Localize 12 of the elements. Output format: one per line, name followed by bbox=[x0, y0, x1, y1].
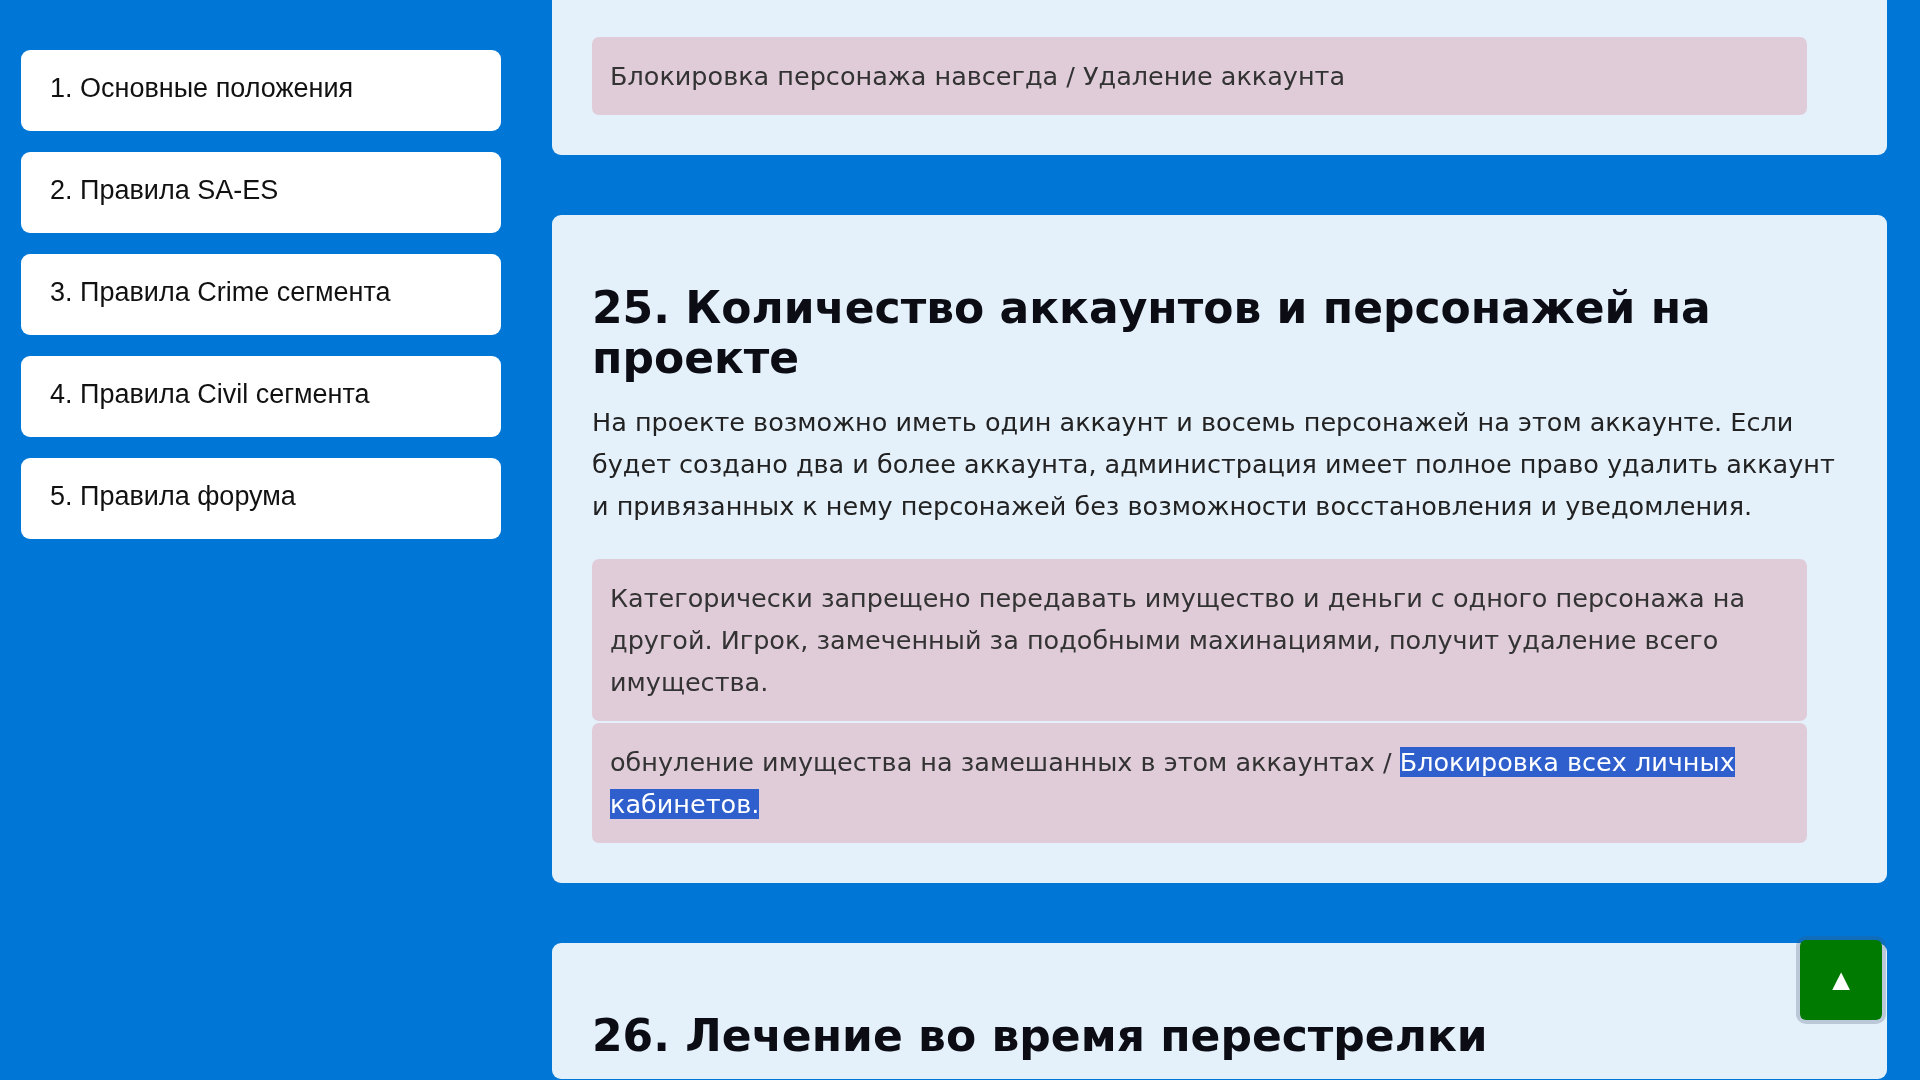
scroll-to-top-button[interactable]: ▲ bbox=[1800, 940, 1882, 1020]
sidebar-link[interactable]: 3. Правила Crime сегмента bbox=[21, 254, 501, 335]
penalty-note: Блокировка персонажа навсегда / Удаление аккаунта bbox=[592, 37, 1807, 115]
sidebar-link[interactable]: 5. Правила форума bbox=[21, 458, 501, 539]
sidebar-link[interactable]: 1. Основные положения bbox=[21, 50, 501, 131]
rule-paragraph: На проекте возможно иметь один аккаунт и восемь персонажей на этом аккаунте. Если будет создано два и более аккаунта, администрация имеет полное право удалить аккаунт и привязанных к нему персонажей без возможности восстановления и уведомления. bbox=[592, 406, 1836, 523]
section-heading: 25. Количество аккаунтов и персонажей на проекте bbox=[592, 283, 1712, 383]
penalty-note: Категорически запрещено передавать имущество и деньги с одного персонажа на другой. Игрок, замеченный за подобными махинациями, получит удаление всего имущества. bbox=[592, 559, 1807, 721]
sidebar-link[interactable]: 2. Правила SA-ES bbox=[21, 152, 501, 233]
penalty-note: обнуление имущества на замешанных в этом аккаунтах / Блокировка всех личных кабинетов. bbox=[592, 723, 1807, 843]
sidebar-link[interactable]: 4. Правила Civil сегмента bbox=[21, 356, 501, 437]
section-heading: 26. Лечение во время перестрелки bbox=[592, 1011, 1488, 1061]
